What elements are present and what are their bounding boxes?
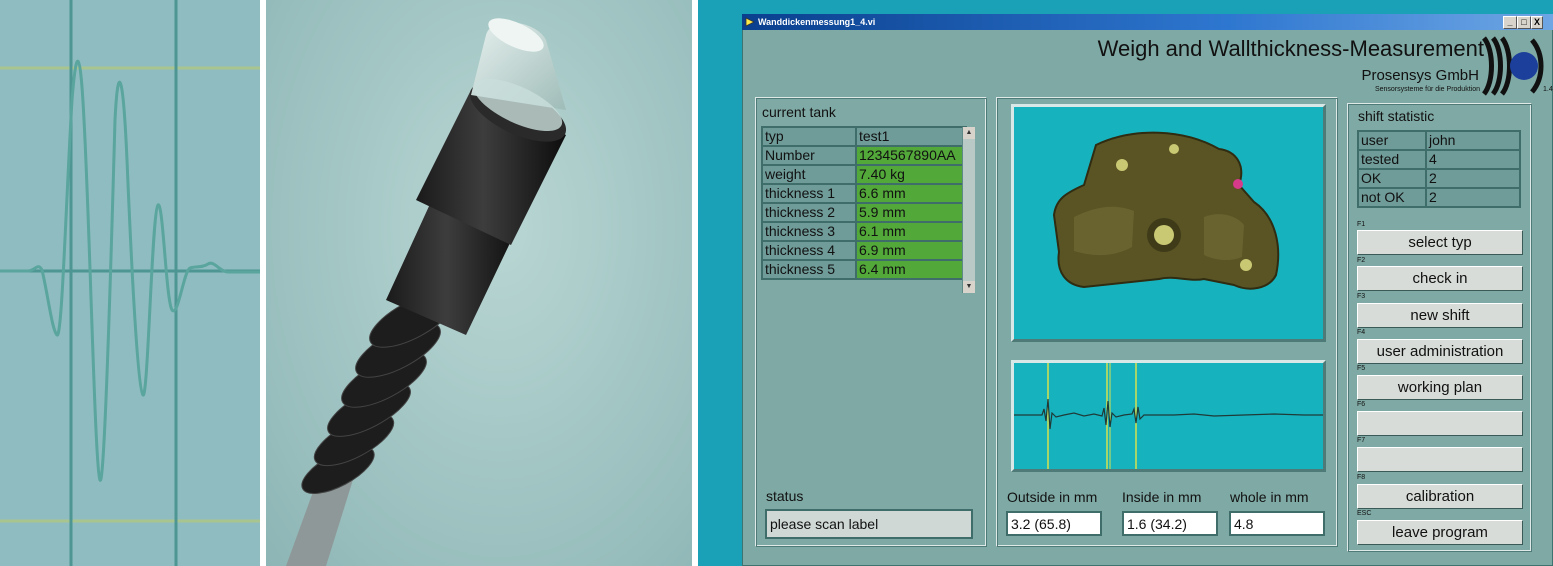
shift-value: 2 <box>1425 187 1521 208</box>
tank-key: thickness 4 <box>761 240 857 261</box>
tank-key: thickness 1 <box>761 183 857 204</box>
outside-value-field: 3.2 (65.8) <box>1006 511 1102 536</box>
user-administration-button[interactable]: user administration <box>1357 339 1523 364</box>
ultrasonic-signal-graph <box>1011 360 1326 472</box>
calibration-button[interactable]: calibration <box>1357 484 1523 509</box>
company-name: Prosensys GmbH <box>1361 67 1479 84</box>
f3-key-label: F3 <box>1357 293 1366 300</box>
scroll-down-icon[interactable]: ▼ <box>963 281 975 293</box>
f7-key-label: F7 <box>1357 437 1366 444</box>
tank-value: 6.9 mm <box>855 240 967 261</box>
table-row: thickness 1 6.6 mm <box>761 183 967 204</box>
sensor-marker-icon <box>1233 179 1243 189</box>
status-label: status <box>766 488 804 504</box>
shift-statistic-table: user john tested 4 OK 2 not OK 2 <box>1357 130 1521 208</box>
tank-key: thickness 2 <box>761 202 857 223</box>
inside-value-field: 1.6 (34.2) <box>1122 511 1218 536</box>
table-row: weight 7.40 kg <box>761 164 967 185</box>
f6-key-label: F6 <box>1357 401 1366 408</box>
tank-key: Number <box>761 145 857 166</box>
f5-key-label: F5 <box>1357 365 1366 372</box>
tank-3d-view <box>1011 104 1326 342</box>
working-plan-button[interactable]: working plan <box>1357 375 1523 400</box>
f8-key-label: F8 <box>1357 474 1366 481</box>
f2-key-label: F2 <box>1357 257 1366 264</box>
tank-key: thickness 3 <box>761 221 857 242</box>
table-row: not OK 2 <box>1357 187 1521 208</box>
waveform-graphic <box>0 0 260 566</box>
current-tank-label: current tank <box>762 104 836 120</box>
shift-value: john <box>1425 130 1521 151</box>
probe-graphic <box>286 18 567 566</box>
prosensys-logo-icon <box>1481 36 1544 96</box>
waveform-image <box>0 0 260 566</box>
window-titlebar[interactable]: Wanddickenmessung1_4.vi _ □ X <box>742 14 1553 30</box>
run-arrow-icon <box>745 17 755 27</box>
scroll-up-icon[interactable]: ▲ <box>963 127 975 139</box>
tank-value: 1234567890AA <box>855 145 967 166</box>
table-row: Number 1234567890AA <box>761 145 967 166</box>
shift-key: OK <box>1357 168 1427 189</box>
close-button[interactable]: X <box>1531 16 1543 29</box>
tank-value: 6.6 mm <box>855 183 967 204</box>
signal-trace <box>1014 363 1323 469</box>
f1-key-label: F1 <box>1357 221 1366 228</box>
table-row: thickness 4 6.9 mm <box>761 240 967 261</box>
tank-key: typ <box>761 126 857 147</box>
tank-value: 5.9 mm <box>855 202 967 223</box>
company-subtitle: Sensorsysteme für die Produktion <box>1374 86 1480 93</box>
shift-key: user <box>1357 130 1427 151</box>
tank-key: thickness 5 <box>761 259 857 280</box>
minimize-button[interactable]: _ <box>1503 16 1517 29</box>
fuel-tank-image <box>1052 131 1280 290</box>
inside-label: Inside in mm <box>1122 489 1202 505</box>
table-row: thickness 2 5.9 mm <box>761 202 967 223</box>
tank-key: weight <box>761 164 857 185</box>
f7-button[interactable] <box>1357 447 1523 472</box>
tank-value: 6.1 mm <box>855 221 967 242</box>
shift-value: 4 <box>1425 149 1521 170</box>
version-label: 1.4 <box>1543 86 1553 93</box>
outside-label: Outside in mm <box>1007 489 1098 505</box>
check-in-button[interactable]: check in <box>1357 266 1523 291</box>
select-typ-button[interactable]: select typ <box>1357 230 1523 255</box>
probe-photo <box>266 0 692 566</box>
table-row: OK 2 <box>1357 168 1521 189</box>
tank-value: 7.40 kg <box>855 164 967 185</box>
whole-value-field: 4.8 <box>1229 511 1325 536</box>
table-row: user john <box>1357 130 1521 151</box>
current-tank-table: typ test1 Number 1234567890AA weight 7.40 k… <box>761 126 967 280</box>
tank-value: 6.4 mm <box>855 259 967 280</box>
leave-program-button[interactable]: leave program <box>1357 520 1523 545</box>
window-title: Wanddickenmessung1_4.vi <box>758 17 876 27</box>
table-row: typ test1 <box>761 126 967 147</box>
f4-key-label: F4 <box>1357 329 1366 336</box>
shift-key: not OK <box>1357 187 1427 208</box>
esc-key-label: ESC <box>1357 510 1372 517</box>
shift-key: tested <box>1357 149 1427 170</box>
maximize-button[interactable]: □ <box>1517 16 1531 29</box>
tank-value: test1 <box>855 126 967 147</box>
f6-button[interactable] <box>1357 411 1523 436</box>
new-shift-button[interactable]: new shift <box>1357 303 1523 328</box>
shift-statistic-label: shift statistic <box>1358 108 1435 124</box>
table-row: thickness 3 6.1 mm <box>761 221 967 242</box>
tank-table-scrollbar[interactable]: ▲ ▼ <box>962 127 975 293</box>
table-row: thickness 5 6.4 mm <box>761 259 967 280</box>
shift-value: 2 <box>1425 168 1521 189</box>
app-title: Weigh and Wallthickness-Measurement <box>1097 36 1484 61</box>
status-field: please scan label <box>765 509 973 539</box>
whole-label: whole in mm <box>1230 489 1309 505</box>
table-row: tested 4 <box>1357 149 1521 170</box>
